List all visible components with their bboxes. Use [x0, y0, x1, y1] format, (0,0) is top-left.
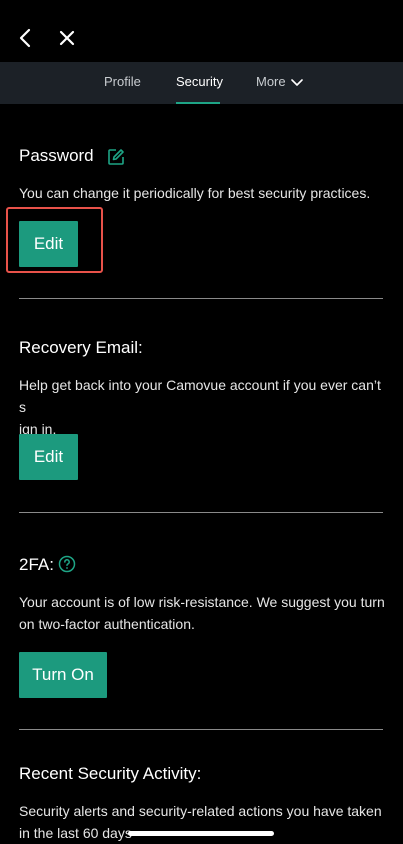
top-bar [0, 0, 403, 62]
recent-activity-title: Recent Security Activity: [19, 764, 202, 783]
recovery-email-edit-button[interactable]: Edit [19, 434, 78, 480]
tab-profile[interactable]: Profile [104, 62, 141, 104]
divider [19, 729, 383, 730]
tab-more[interactable]: More [256, 62, 304, 104]
close-icon[interactable] [53, 24, 81, 52]
divider [19, 512, 383, 513]
edit-pencil-icon[interactable] [107, 148, 125, 171]
recovery-email-title: Recovery Email: [19, 338, 143, 357]
back-arrow-icon[interactable] [12, 24, 40, 52]
tab-bar: Profile Security More [0, 62, 403, 104]
chevron-down-icon [291, 78, 304, 86]
recent-activity-description: Security alerts and security-related act… [19, 803, 382, 841]
active-tab-indicator [176, 102, 220, 104]
tab-more-label: More [256, 74, 286, 89]
password-description: You can change it periodically for best … [19, 185, 371, 201]
home-indicator [128, 831, 274, 836]
help-circle-icon[interactable] [58, 555, 76, 578]
recovery-description-line-1: Help get back into your Camovue account … [19, 377, 381, 415]
divider [19, 298, 383, 299]
password-title: Password [19, 146, 94, 165]
twofa-description: Your account is of low risk-resistance. … [19, 594, 385, 632]
tab-security[interactable]: Security [176, 62, 223, 104]
turn-on-button[interactable]: Turn On [19, 652, 107, 698]
twofa-title: 2FA: [19, 555, 54, 574]
recovery-email-description: Help get back into your Camovue account … [19, 374, 385, 440]
highlight-box [6, 207, 103, 273]
